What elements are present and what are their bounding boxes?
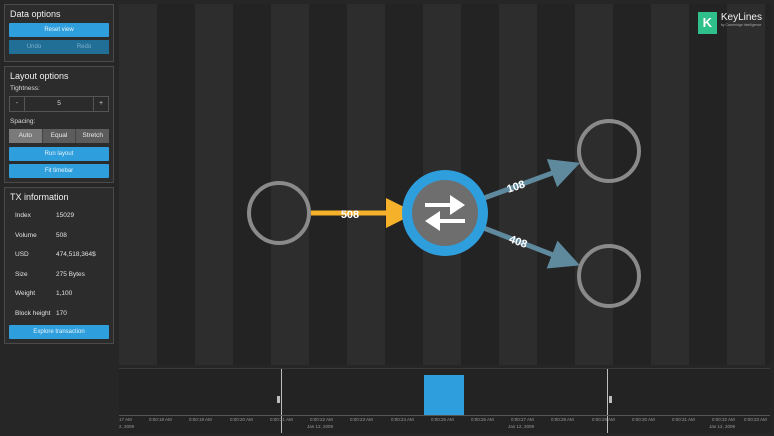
link-label-508: 508	[341, 209, 359, 221]
timebar-slider-right-handle[interactable]	[609, 396, 612, 403]
timebar-tick-label: 0:00:24 AM	[391, 417, 414, 422]
tx-key: Block height	[15, 309, 51, 317]
output-node-bottom[interactable]	[577, 244, 641, 308]
tightness-label: Tightness:	[10, 85, 40, 92]
spacing-equal-button[interactable]: Equal	[41, 129, 76, 143]
timebar-tick-label: 0:00:23 AM	[350, 417, 373, 422]
sidebar: Data options Reset view Undo Redo Layout…	[4, 4, 114, 348]
timebar-date-label: 2, 2009	[119, 424, 135, 429]
timebar-tick-label: 0:00:25 AM	[431, 417, 454, 422]
output-node-top[interactable]	[577, 119, 641, 183]
tx-information-title: TX information	[10, 192, 69, 202]
tx-key: Volume	[15, 231, 37, 239]
timebar-tick-label: 0:00:19 AM	[189, 417, 212, 422]
tightness-stepper: - 5 +	[9, 96, 109, 112]
timebar[interactable]: 17 AM 0:00:18 AM 0:00:19 AM 0:00:20 AM 0…	[119, 368, 770, 433]
source-node[interactable]	[247, 181, 311, 245]
graph-svg[interactable]: 508 108 408	[119, 4, 770, 365]
tx-key: USD	[15, 251, 29, 258]
tx-information-panel: TX information Index 15029 Volume 508 US…	[4, 187, 114, 344]
timebar-axis	[119, 415, 770, 416]
timebar-tick-label: 0:00:30 AM	[632, 417, 655, 422]
tx-value: 275 Bytes	[56, 270, 85, 278]
timebar-tick-label: 0:00:32 AM	[712, 417, 735, 422]
timebar-date-label: Jan 12, 2009	[508, 424, 535, 429]
timebar-slider-left-handle[interactable]	[277, 396, 280, 403]
spacing-toggle: Auto Equal Stretch	[9, 129, 110, 143]
graph-canvas[interactable]: K KeyLines by Cambridge Intelligence 508…	[119, 4, 770, 365]
tx-key: Index	[15, 212, 31, 219]
tx-value: 1,100	[56, 290, 73, 297]
timebar-tick-label: 0:00:18 AM	[149, 417, 172, 422]
timebar-slider-right[interactable]	[607, 369, 608, 433]
timebar-tick-label: 0:00:29 AM	[592, 417, 615, 422]
layout-options-panel: Layout options Tightness: - 5 + Spacing:…	[4, 66, 114, 183]
link-label-108: 108	[505, 179, 526, 196]
tx-key: Weight	[15, 290, 36, 297]
timebar-tick-label: 0:00:20 AM	[230, 417, 253, 422]
tx-row: USD 474,518,364$	[9, 245, 109, 265]
link-label-408: 408	[507, 233, 528, 251]
run-layout-button[interactable]: Run layout	[9, 147, 109, 161]
fit-timebar-button[interactable]: Fit timebar	[9, 164, 109, 178]
tx-row: Block height 170	[9, 304, 109, 324]
timebar-tick-label: 0:00:21 AM	[270, 417, 293, 422]
timebar-tick-label: 0:00:26 AM	[471, 417, 494, 422]
timebar-date-label: Jan 12, 2009	[709, 424, 736, 429]
data-options-title: Data options	[10, 9, 61, 19]
timebar-tick-label: 17 AM	[119, 417, 132, 422]
timebar-histogram-bar[interactable]	[424, 375, 464, 416]
tx-row: Weight 1,100	[9, 284, 109, 304]
tx-row: Size 275 Bytes	[9, 265, 109, 285]
tightness-decrease-button[interactable]: -	[10, 97, 24, 111]
timebar-tick-label: 0:00:33 AM	[744, 417, 767, 422]
spacing-stretch-button[interactable]: Stretch	[75, 129, 110, 143]
spacing-label: Spacing:	[10, 118, 36, 125]
tightness-increase-button[interactable]: +	[94, 97, 108, 111]
tx-value: 170	[56, 309, 67, 317]
tx-row: Index 15029	[9, 206, 109, 226]
layout-options-title: Layout options	[10, 71, 69, 81]
tx-key: Size	[15, 270, 28, 278]
data-options-panel: Data options Reset view Undo Redo	[4, 4, 114, 62]
undo-redo-row: Undo Redo	[9, 40, 109, 54]
timebar-tick-label: 0:00:27 AM	[511, 417, 534, 422]
undo-button[interactable]: Undo	[9, 40, 59, 54]
timebar-date-label: Jan 12, 2009	[307, 424, 334, 429]
tx-value: 15029	[56, 212, 75, 219]
tx-row: Volume 508	[9, 226, 109, 246]
timebar-tick-label: 0:00:31 AM	[672, 417, 695, 422]
tx-value: 508	[56, 231, 67, 239]
tightness-value[interactable]: 5	[24, 97, 94, 111]
redo-button[interactable]: Redo	[59, 40, 109, 54]
spacing-auto-button[interactable]: Auto	[9, 129, 42, 143]
transaction-hub-node[interactable]	[402, 170, 488, 256]
tx-value: 474,518,364$	[56, 251, 96, 258]
timebar-slider-left[interactable]	[281, 369, 282, 433]
timebar-tick-label: 0:00:22 AM	[310, 417, 333, 422]
timebar-tick-label: 0:00:28 AM	[551, 417, 574, 422]
reset-view-button[interactable]: Reset view	[9, 23, 109, 37]
explore-transaction-button[interactable]: Explore transaction	[9, 325, 109, 339]
